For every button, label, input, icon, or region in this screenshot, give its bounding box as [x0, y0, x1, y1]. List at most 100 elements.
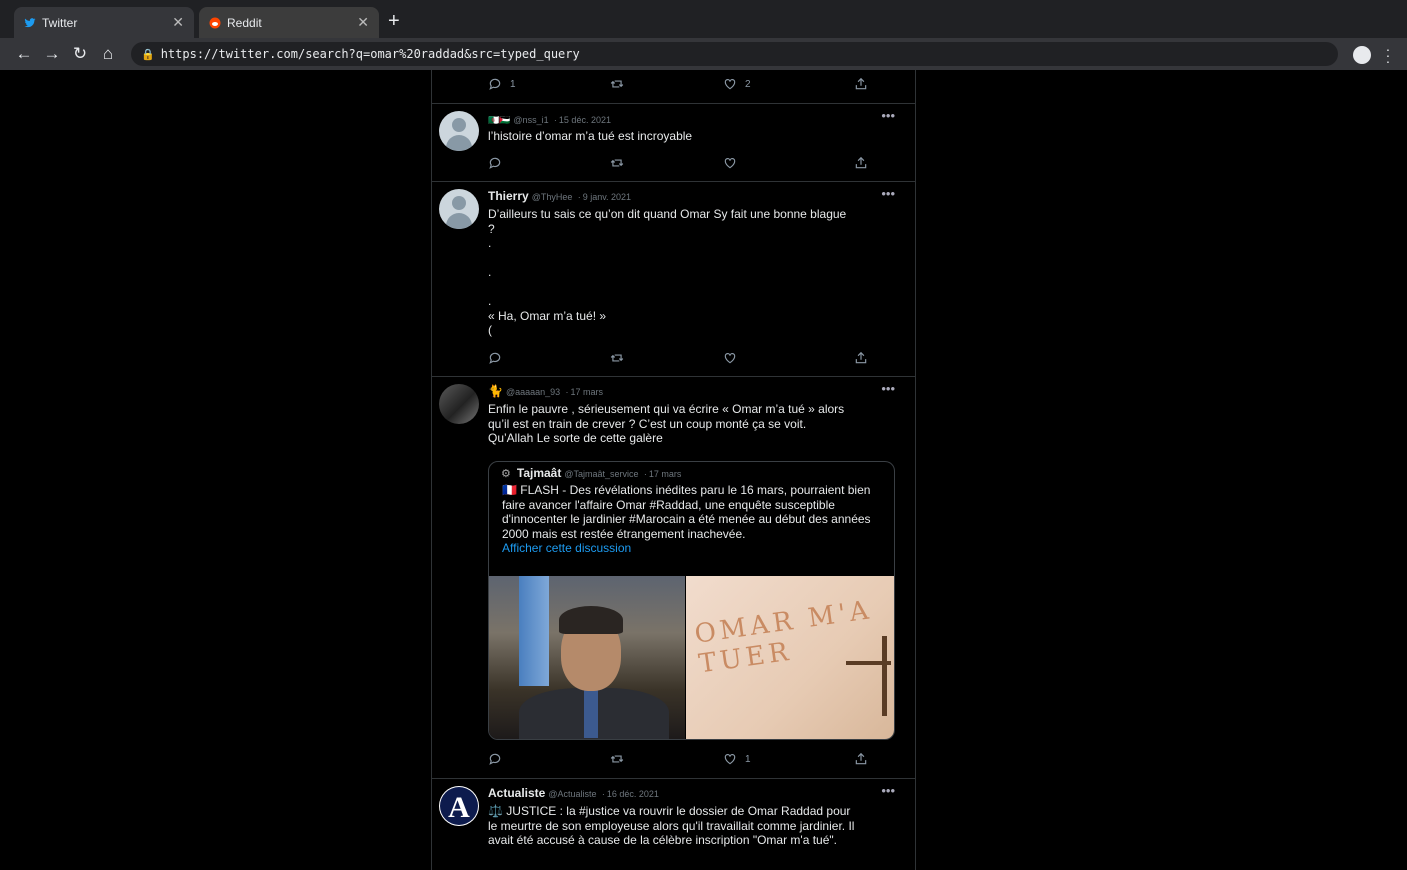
more-options-icon[interactable]: ••• [881, 186, 895, 201]
browser-menu-icon[interactable]: · · · [1384, 42, 1392, 68]
hair-shape [559, 606, 623, 634]
quoted-tweet-body: 🇫🇷 FLASH - Des révélations inédites paru… [502, 483, 882, 556]
tweet-header: 🇩🇿🇵🇸 @nss_i1 · 15 déc. 2021 [488, 112, 611, 126]
back-button[interactable]: ← [14, 44, 34, 64]
handle[interactable]: @ThyHee [532, 192, 573, 202]
handle[interactable]: @Actualiste [548, 789, 596, 799]
tweet-date[interactable]: 9 janv. 2021 [583, 192, 631, 202]
close-tab-icon[interactable]: ✕ [172, 14, 184, 31]
tweet-text: l’histoire d’omar m’a tué est incroyable [488, 129, 693, 143]
retweet-button[interactable] [610, 351, 624, 365]
retweet-icon [610, 755, 624, 763]
tweet-feed: 1 2 🇩🇿🇵🇸 @nss_i1 · 15 déc. 2021 ••• l’hist… [431, 70, 916, 870]
tweet-date[interactable]: 17 mars [570, 387, 603, 397]
display-name[interactable]: Thierry [488, 189, 529, 203]
reddit-icon [209, 17, 221, 28]
tab-label: Reddit [227, 15, 262, 30]
quoted-tweet[interactable]: ⚙ Tajmaât @Tajmaât_service · 17 mars 🇫🇷 FLA… [488, 461, 895, 740]
quoted-tweet-date[interactable]: 17 mars [649, 469, 682, 479]
reload-button[interactable]: ↻ [70, 44, 90, 64]
address-bar[interactable]: 🔒 https://twitter.com/search?q=omar%20ra… [131, 42, 1338, 66]
flag-shape [519, 576, 549, 686]
handle[interactable]: @aaaaan_93 [506, 387, 560, 397]
profile-avatar[interactable] [1353, 46, 1371, 64]
tab-reddit[interactable]: Reddit ✕ [199, 7, 379, 38]
more-options-icon[interactable]: ••• [881, 783, 895, 798]
like-button[interactable]: 2 [723, 77, 751, 91]
lock-icon: 🔒 [141, 47, 155, 61]
reply-count: 1 [510, 78, 516, 90]
separator-dot: · [565, 387, 569, 397]
tweet-date[interactable]: 16 déc. 2021 [607, 789, 659, 799]
tweet[interactable]: 🇩🇿🇵🇸 @nss_i1 · 15 déc. 2021 ••• l’histoire… [432, 104, 915, 182]
browser-toolbar: ← → ↻ ⌂ 🔒 https://twitter.com/search?q=o… [0, 38, 1407, 70]
tweet-actions: 1 2 [488, 77, 880, 91]
separator-dot: · [643, 469, 647, 479]
wood-stick-shape [846, 661, 891, 665]
tweet-header: Actualiste @Actualiste · 16 déc. 2021 [488, 786, 659, 800]
share-button[interactable] [854, 77, 868, 91]
url-text: https://twitter.com/search?q=omar%20radd… [160, 47, 580, 61]
tweet-text: D’ailleurs tu sais ce qu’on dit quand Om… [488, 207, 847, 337]
quoted-display-name[interactable]: Tajmaât [517, 466, 561, 480]
quoted-handle[interactable]: @Tajmaât_service [564, 469, 638, 479]
avatar[interactable] [439, 189, 479, 229]
heart-icon [724, 158, 736, 169]
share-icon [855, 77, 867, 90]
tweet[interactable]: 1 2 [432, 70, 915, 104]
display-name[interactable]: 🐈 [488, 384, 503, 398]
quoted-avatar-icon: ⚙ [501, 468, 511, 480]
quoted-image-portrait[interactable] [489, 576, 685, 739]
more-options-icon[interactable]: ••• [881, 108, 895, 123]
reply-icon [489, 753, 501, 765]
avatar[interactable]: A [439, 786, 479, 826]
more-options-icon[interactable]: ••• [881, 381, 895, 396]
retweet-button[interactable] [610, 752, 624, 766]
quoted-image-graffiti[interactable]: OMAR M'A TUER [686, 576, 894, 739]
heart-icon [724, 79, 736, 90]
new-tab-button[interactable]: + [388, 10, 400, 33]
tweet-text: ⚖️ JUSTICE : la #justice va rouvrir le d… [488, 804, 855, 847]
display-name[interactable]: 🇩🇿🇵🇸 [488, 115, 510, 125]
share-icon [855, 351, 867, 364]
reply-button[interactable] [488, 752, 502, 766]
tweet-date[interactable]: 15 déc. 2021 [559, 115, 611, 125]
tweet[interactable]: A Actualiste @Actualiste · 16 déc. 2021 ••… [432, 779, 915, 870]
share-button[interactable] [854, 351, 868, 365]
graffiti-text: OMAR M'A TUER [692, 595, 875, 680]
like-button[interactable]: 1 [723, 752, 751, 766]
retweet-button[interactable] [610, 77, 624, 91]
close-tab-icon[interactable]: ✕ [357, 14, 369, 31]
home-button[interactable]: ⌂ [98, 44, 118, 64]
share-icon [855, 752, 867, 765]
svg-text:A: A [448, 791, 470, 824]
reply-button[interactable] [488, 156, 502, 170]
retweet-button[interactable] [610, 156, 624, 170]
avatar[interactable] [439, 111, 479, 151]
share-button[interactable] [854, 156, 868, 170]
display-name[interactable]: Actualiste [488, 786, 545, 800]
forward-button[interactable]: → [42, 44, 62, 64]
reply-icon [489, 78, 501, 90]
heart-icon [724, 754, 736, 765]
tab-twitter[interactable]: Twitter ✕ [14, 7, 194, 38]
reply-icon [489, 157, 501, 169]
separator-dot: · [553, 115, 557, 125]
reply-button[interactable] [488, 351, 502, 365]
like-count: 2 [745, 78, 751, 90]
tweet-text: Enfin le pauvre , sérieusement qui va éc… [488, 402, 845, 445]
twitter-bird-icon [24, 17, 36, 27]
show-thread-link[interactable]: Afficher cette discussion [502, 541, 882, 556]
avatar[interactable] [439, 384, 479, 424]
retweet-icon [610, 159, 624, 167]
like-count: 1 [745, 753, 751, 765]
tweet-actions [488, 156, 880, 170]
handle[interactable]: @nss_i1 [513, 115, 548, 125]
retweet-icon [610, 354, 624, 362]
like-button[interactable] [723, 351, 737, 365]
reply-button[interactable]: 1 [488, 77, 516, 91]
tweet[interactable]: Thierry @ThyHee · 9 janv. 2021 ••• D’aille… [432, 182, 915, 377]
share-button[interactable] [854, 752, 868, 766]
like-button[interactable] [723, 156, 737, 170]
tweet[interactable]: 🐈 @aaaaan_93 · 17 mars ••• Enfin le pauvre… [432, 377, 915, 779]
